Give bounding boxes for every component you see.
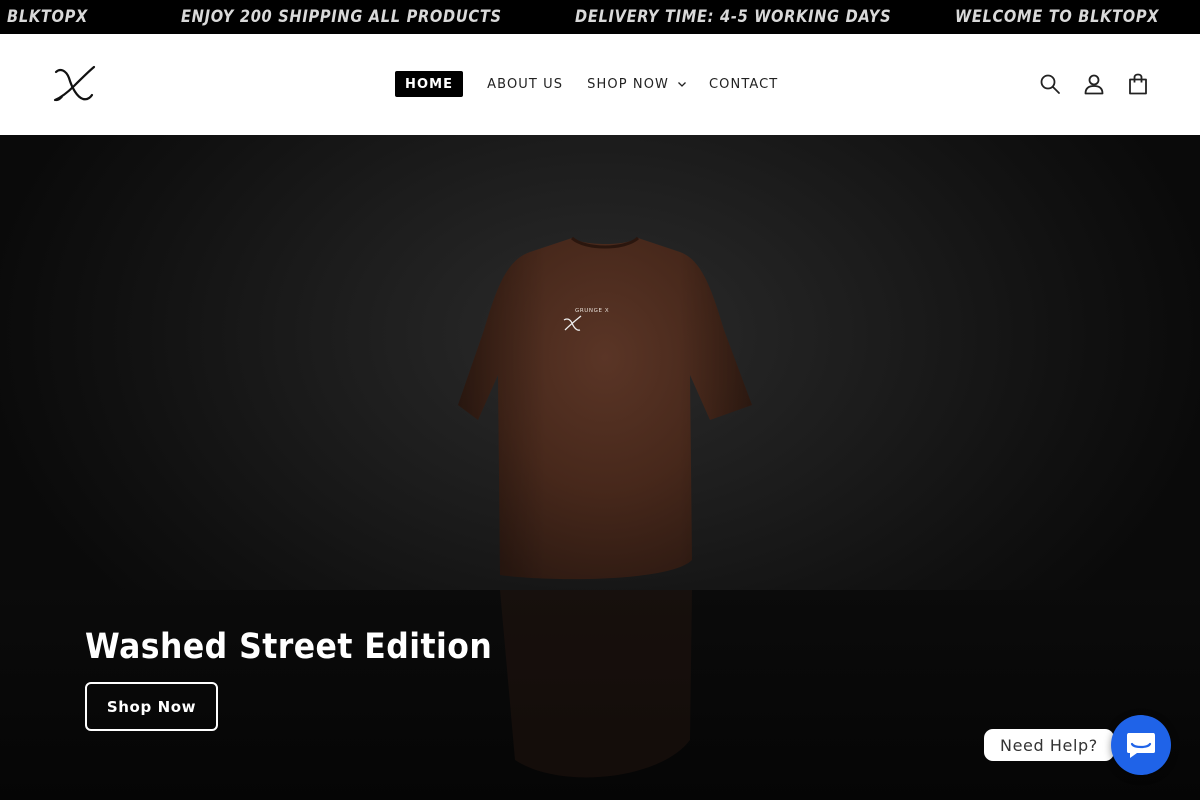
tshirt-print-text: GRUNGE X (575, 308, 609, 314)
hero-title: Washed Street Edition (85, 627, 493, 667)
announcement-message: ENJOY 200 SHIPPING ALL PRODUCTS (181, 7, 502, 27)
nav-about-us[interactable]: ABOUT US (487, 77, 563, 92)
main-nav: HOME ABOUT US SHOP NOW CONTACT (395, 71, 778, 97)
chat-button[interactable] (1111, 715, 1171, 775)
tshirt-reflection (500, 590, 692, 778)
nav-shop-now-label: SHOP NOW (587, 76, 669, 92)
tshirt-image: GRUNGE X (458, 236, 752, 580)
search-icon[interactable] (1038, 72, 1062, 96)
nav-shop-now[interactable]: SHOP NOW (587, 77, 687, 92)
chat-icon (1127, 733, 1155, 758)
announcement-bar: BLKTOPX ENJOY 200 SHIPPING ALL PRODUCTS … (0, 0, 1200, 34)
nav-home[interactable]: HOME (395, 71, 464, 97)
site-header: HOME ABOUT US SHOP NOW CONTACT (0, 34, 1200, 135)
header-actions (1038, 72, 1150, 96)
cart-icon[interactable] (1126, 72, 1150, 96)
need-help-label[interactable]: Need Help? (984, 729, 1121, 761)
account-icon[interactable] (1082, 72, 1106, 96)
brand-logo[interactable] (50, 64, 98, 104)
announcement-message: DELIVERY TIME: 4-5 WORKING DAYS (575, 7, 892, 27)
announcement-message: BLKTOPX (7, 7, 89, 27)
announcement-message: WELCOME TO BLKTOPX (955, 7, 1160, 27)
chevron-down-icon (678, 82, 686, 87)
nav-contact[interactable]: CONTACT (709, 77, 778, 92)
hero-banner: GRUNGE X Washed Street Edition Shop Now (0, 135, 1200, 800)
shop-now-button[interactable]: Shop Now (85, 682, 218, 731)
